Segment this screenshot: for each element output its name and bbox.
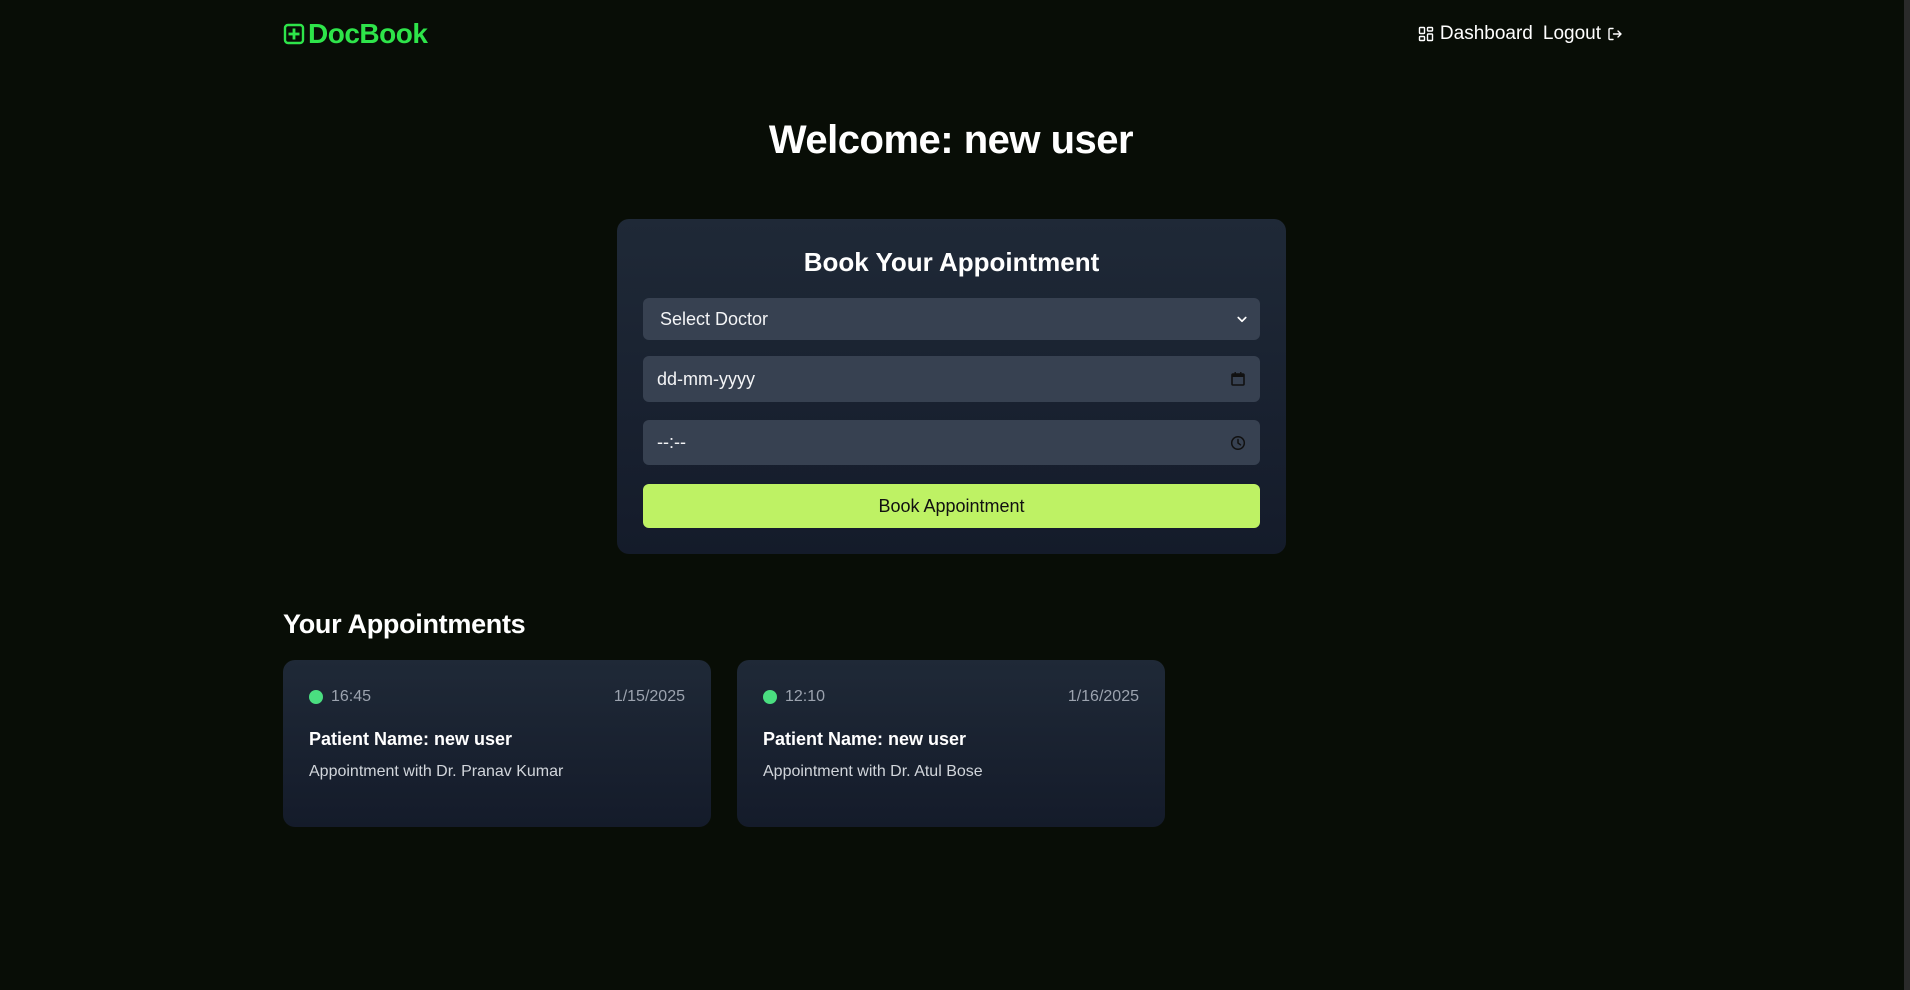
appointment-time-text: 12:10 [785,688,826,705]
nav-logout-link[interactable]: Logout [1543,23,1623,45]
book-appointment-button[interactable]: Book Appointment [643,484,1260,528]
page-scrollbar[interactable] [1904,0,1910,990]
time-input-placeholder: --:-- [657,432,686,452]
brand-logo[interactable]: DocBook [283,18,428,50]
time-input[interactable]: --:-- [643,420,1260,465]
date-input-placeholder: dd-mm-yyyy [657,368,755,389]
date-input[interactable]: dd-mm-yyyy [643,356,1260,402]
booking-card: Book Your Appointment Select Doctor dd-m… [617,219,1286,554]
appointment-time-text: 16:45 [331,688,372,705]
appointment-time: 12:10 [763,688,825,706]
appointment-doctor: Appointment with Dr. Pranav Kumar [309,763,564,780]
appointment-patient: Patient Name: new user [763,729,967,749]
chevron-down-icon [1237,316,1247,323]
nav-dashboard-link[interactable]: Dashboard [1418,23,1533,45]
medical-cross-icon [283,23,305,45]
appointment-header: 16:45 1/15/2025 [309,688,685,706]
welcome-heading: Welcome: new user [768,118,1134,162]
status-dot-icon [763,690,777,704]
appointment-header: 12:10 1/16/2025 [763,688,1139,706]
grid-icon [1418,26,1434,42]
booking-title: Book Your Appointment [803,247,1100,277]
status-dot-icon [309,690,323,704]
appointment-time: 16:45 [309,688,371,706]
appointment-date: 1/16/2025 [1067,688,1139,705]
nav-links: Dashboard Logout [1418,23,1623,45]
page: DocBook Dashboard Logout Welcome: new us… [0,0,1910,990]
brand-name: DocBook [308,18,428,49]
clock-icon[interactable] [1230,435,1246,451]
nav-logout-label: Logout [1542,23,1601,44]
doctor-select-value: Select Doctor [660,308,769,329]
calendar-icon[interactable] [1230,371,1246,387]
navbar: DocBook Dashboard Logout [283,14,1623,54]
appointment-patient: Patient Name: new user [309,729,513,749]
logout-icon [1608,27,1622,41]
appointment-date: 1/15/2025 [613,688,685,705]
appointment-doctor: Appointment with Dr. Atul Bose [763,763,983,780]
appointment-card[interactable]: 16:45 1/15/2025 Patient Name: new user A… [283,660,711,827]
appointment-card[interactable]: 12:10 1/16/2025 Patient Name: new user A… [737,660,1165,827]
appointments-title: Your Appointments [283,609,526,639]
doctor-select[interactable]: Select Doctor [643,298,1260,340]
nav-dashboard-label: Dashboard [1439,23,1533,44]
